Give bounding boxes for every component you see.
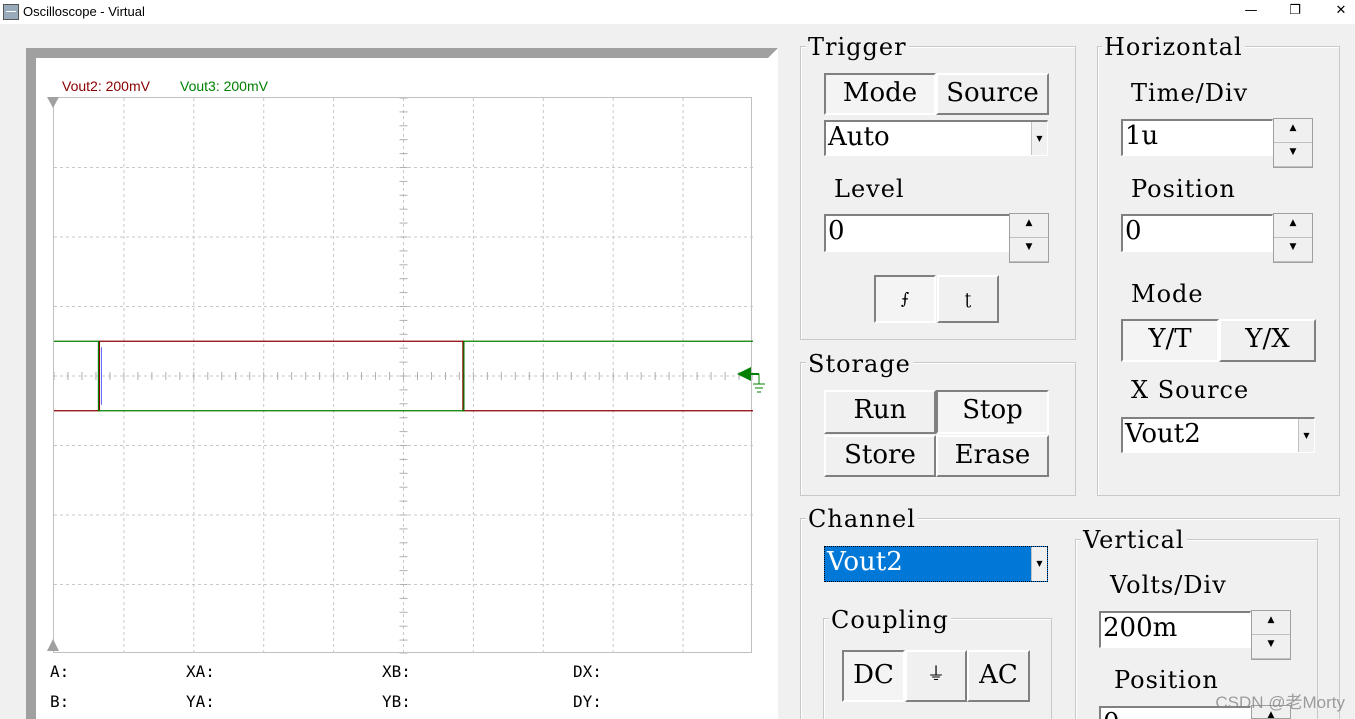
readout-b: B:	[50, 692, 70, 711]
ground-marker-icon	[737, 367, 765, 393]
trigger-rising-edge-button[interactable]: ⨍	[874, 275, 936, 323]
trigger-falling-edge-button[interactable]: ʈ	[937, 275, 999, 323]
vertical-position-label: Position	[1114, 666, 1219, 694]
coupling-title: Coupling	[829, 606, 951, 634]
yx-mode-button[interactable]: Y/X	[1219, 319, 1316, 362]
minimize-button[interactable]: —	[1228, 0, 1274, 24]
horizontal-position-input[interactable]: 0	[1121, 214, 1273, 252]
ac-coupling-button[interactable]: AC	[967, 650, 1030, 702]
readout-dy: DY:	[573, 692, 602, 711]
horizontal-position-label: Position	[1131, 175, 1236, 203]
readout-dx: DX:	[573, 662, 602, 681]
cursor-a-top-marker[interactable]	[45, 96, 61, 110]
scope-screen[interactable]	[53, 97, 753, 654]
trigger-mode-tab[interactable]: Mode	[824, 73, 936, 115]
gnd-coupling-button[interactable]: ⏚	[905, 650, 967, 702]
close-button[interactable]: ✕	[1318, 0, 1355, 24]
chevron-down-icon[interactable]: ▼	[1031, 547, 1047, 581]
watermark: CSDN @老Morty	[1215, 693, 1345, 712]
readout-xa: XA:	[186, 662, 215, 681]
chevron-down-icon[interactable]: ▼	[1298, 419, 1314, 452]
chevron-down-icon[interactable]: ▼	[1031, 122, 1047, 155]
spin-down-icon[interactable]: ▼	[1010, 238, 1048, 262]
channel-select-value: Vout2	[827, 547, 903, 577]
time-div-input[interactable]: 1u	[1121, 119, 1273, 156]
vout3-channel-label: Vout3: 200mV	[180, 78, 268, 94]
spin-down-icon[interactable]: ▼	[1274, 143, 1312, 167]
trigger-source-tab[interactable]: Source	[936, 73, 1049, 115]
time-div-label: Time/Div	[1131, 79, 1249, 107]
horizontal-position-spinner[interactable]: ▲ ▼	[1273, 213, 1313, 263]
spin-up-icon[interactable]: ▲	[1274, 214, 1312, 238]
x-source-select[interactable]: Vout2 ▼	[1121, 417, 1315, 453]
channel-title: Channel	[806, 505, 918, 533]
horizontal-mode-label: Mode	[1131, 280, 1204, 308]
spin-up-icon[interactable]: ▲	[1010, 214, 1048, 238]
trigger-mode-select[interactable]: Auto ▼	[824, 120, 1048, 156]
spin-up-icon[interactable]: ▲	[1274, 119, 1312, 143]
spin-down-icon[interactable]: ▼	[1274, 238, 1312, 262]
vertical-title: Vertical	[1081, 526, 1187, 554]
vout2-channel-label: Vout2: 200mV	[62, 78, 150, 94]
store-button[interactable]: Store	[824, 435, 936, 477]
oscilloscope-app-icon	[3, 4, 19, 20]
trigger-level-input[interactable]: 0	[824, 214, 1010, 252]
horizontal-title: Horizontal	[1102, 33, 1245, 61]
storage-title: Storage	[806, 350, 913, 378]
readout-a: A:	[50, 662, 70, 681]
trigger-level-spinner[interactable]: ▲ ▼	[1009, 213, 1049, 263]
run-button[interactable]: Run	[824, 390, 936, 434]
trigger-level-label: Level	[834, 175, 905, 203]
volts-div-label: Volts/Div	[1110, 571, 1227, 599]
channel-select[interactable]: Vout2 ▼	[824, 546, 1048, 582]
volts-div-input[interactable]: 200m	[1099, 611, 1251, 648]
spin-up-icon[interactable]: ▲	[1252, 611, 1290, 635]
window-title: Oscilloscope - Virtual	[23, 4, 145, 19]
yt-mode-button[interactable]: Y/T	[1121, 319, 1219, 362]
volts-div-spinner[interactable]: ▲ ▼	[1251, 610, 1291, 660]
x-source-label: X Source	[1131, 376, 1250, 404]
readout-xb: XB:	[382, 662, 411, 681]
time-div-spinner[interactable]: ▲ ▼	[1273, 118, 1313, 168]
spin-down-icon[interactable]: ▼	[1252, 635, 1290, 659]
readout-yb: YB:	[382, 692, 411, 711]
trigger-mode-value: Auto	[828, 122, 890, 152]
stop-button[interactable]: Stop	[936, 390, 1049, 434]
cursor-a-bottom-marker[interactable]	[45, 638, 61, 652]
maximize-button[interactable]: ❐	[1272, 0, 1318, 24]
erase-button[interactable]: Erase	[936, 435, 1049, 477]
x-source-value: Vout2	[1125, 419, 1201, 449]
dc-coupling-button[interactable]: DC	[842, 650, 905, 702]
title-bar: Oscilloscope - Virtual — ❐ ✕	[0, 0, 1355, 24]
scope-plot	[54, 98, 753, 654]
trigger-title: Trigger	[806, 33, 909, 61]
readout-ya: YA:	[186, 692, 215, 711]
